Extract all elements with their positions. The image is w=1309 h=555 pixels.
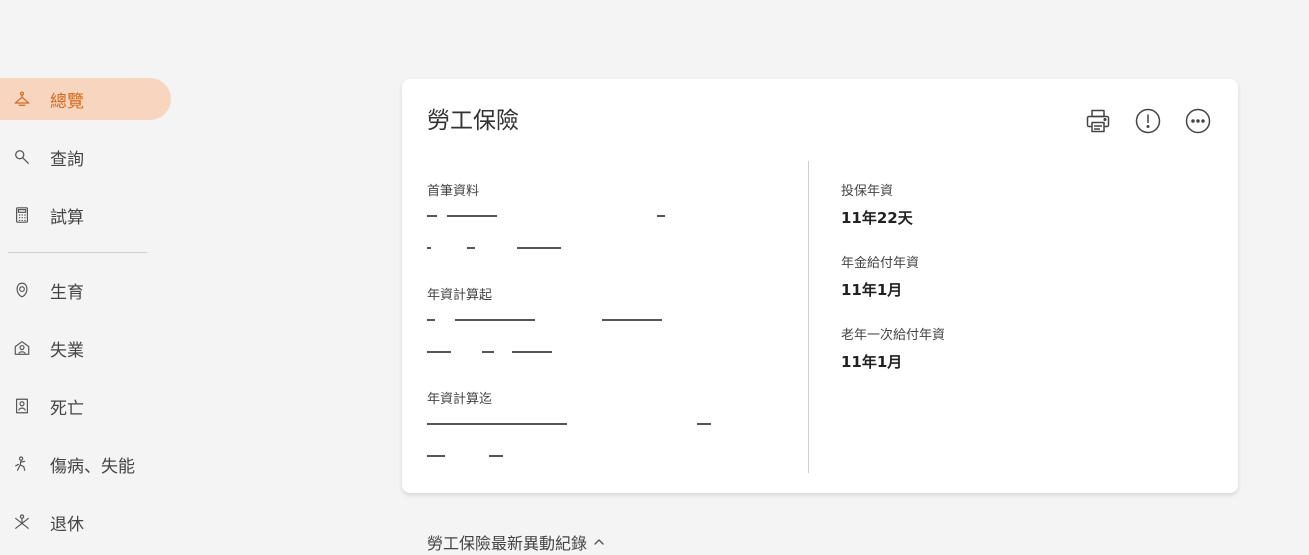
lump-sum-years-value: 11年1月 — [841, 353, 903, 371]
sidebar-item-label: 退休 — [50, 514, 84, 535]
sidebar-item-query[interactable]: 查詢 — [0, 136, 171, 178]
search-icon — [12, 147, 32, 167]
sidebar: 總覽 查詢 試算 生育 失業 死亡 傷病、失能 退休 — [0, 0, 180, 555]
info-icon[interactable] — [1134, 107, 1162, 135]
insured-years-label: 投保年資 — [841, 184, 894, 199]
sidebar-item-injury[interactable]: 傷病、失能 — [0, 443, 171, 485]
sidebar-item-label: 傷病、失能 — [50, 456, 135, 477]
redacted-value — [427, 209, 717, 223]
pension-years-label: 年金給付年資 — [841, 256, 920, 271]
sidebar-item-overview[interactable]: 總覽 — [0, 78, 171, 120]
sidebar-item-label: 死亡 — [50, 398, 84, 419]
sidebar-item-label: 試算 — [50, 207, 84, 228]
column-divider — [808, 161, 809, 473]
insured-years-value: 11年22天 — [841, 209, 913, 227]
sidebar-item-calculate[interactable]: 試算 — [0, 194, 171, 236]
pension-years-value: 11年1月 — [841, 281, 903, 299]
sidebar-item-maternity[interactable]: 生育 — [0, 269, 171, 311]
more-icon[interactable] — [1184, 107, 1212, 135]
labor-insurance-card: 勞工保險 首筆資料 年資計算起 年資計算迄 投保年資 11年22天 年金給付年資… — [402, 79, 1238, 493]
hanger-icon — [12, 89, 32, 109]
insured-years-field: 投保年資 11年22天 — [841, 180, 913, 228]
sidebar-item-label: 生育 — [50, 282, 84, 303]
sidebar-item-label: 總覽 — [50, 91, 84, 112]
latest-changes-toggle[interactable]: 勞工保險最新異動紀錄 — [427, 530, 605, 554]
sidebar-item-death[interactable]: 死亡 — [0, 385, 171, 427]
redacted-value — [427, 313, 717, 327]
house-person-icon — [12, 338, 32, 358]
end-field: 年資計算迄 — [427, 388, 717, 463]
printer-icon[interactable] — [1084, 107, 1112, 135]
calculator-icon — [12, 205, 32, 225]
redacted-value — [427, 241, 717, 255]
redacted-value — [427, 345, 717, 359]
sidebar-item-label: 失業 — [50, 340, 84, 361]
first-record-label: 首筆資料 — [427, 184, 480, 199]
end-label: 年資計算迄 — [427, 392, 493, 407]
sidebar-item-unemployment[interactable]: 失業 — [0, 327, 171, 369]
lump-sum-years-label: 老年一次給付年資 — [841, 328, 946, 343]
chevron-up-icon — [593, 533, 605, 552]
sidebar-divider — [8, 252, 147, 253]
start-field: 年資計算起 — [427, 284, 717, 359]
redacted-value — [427, 417, 717, 431]
injury-icon — [12, 454, 32, 474]
memorial-icon — [12, 396, 32, 416]
latest-changes-label: 勞工保險最新異動紀錄 — [427, 534, 588, 553]
sidebar-item-label: 查詢 — [50, 149, 84, 170]
card-actions — [1084, 107, 1212, 135]
pension-years-field: 年金給付年資 11年1月 — [841, 252, 919, 300]
retire-icon — [12, 512, 32, 532]
card-title: 勞工保險 — [427, 108, 519, 134]
lump-sum-years-field: 老年一次給付年資 11年1月 — [841, 324, 945, 372]
redacted-value — [427, 449, 717, 463]
first-record-field: 首筆資料 — [427, 180, 717, 255]
baby-icon — [12, 280, 32, 300]
start-label: 年資計算起 — [427, 288, 493, 303]
sidebar-item-retirement[interactable]: 退休 — [0, 501, 171, 543]
